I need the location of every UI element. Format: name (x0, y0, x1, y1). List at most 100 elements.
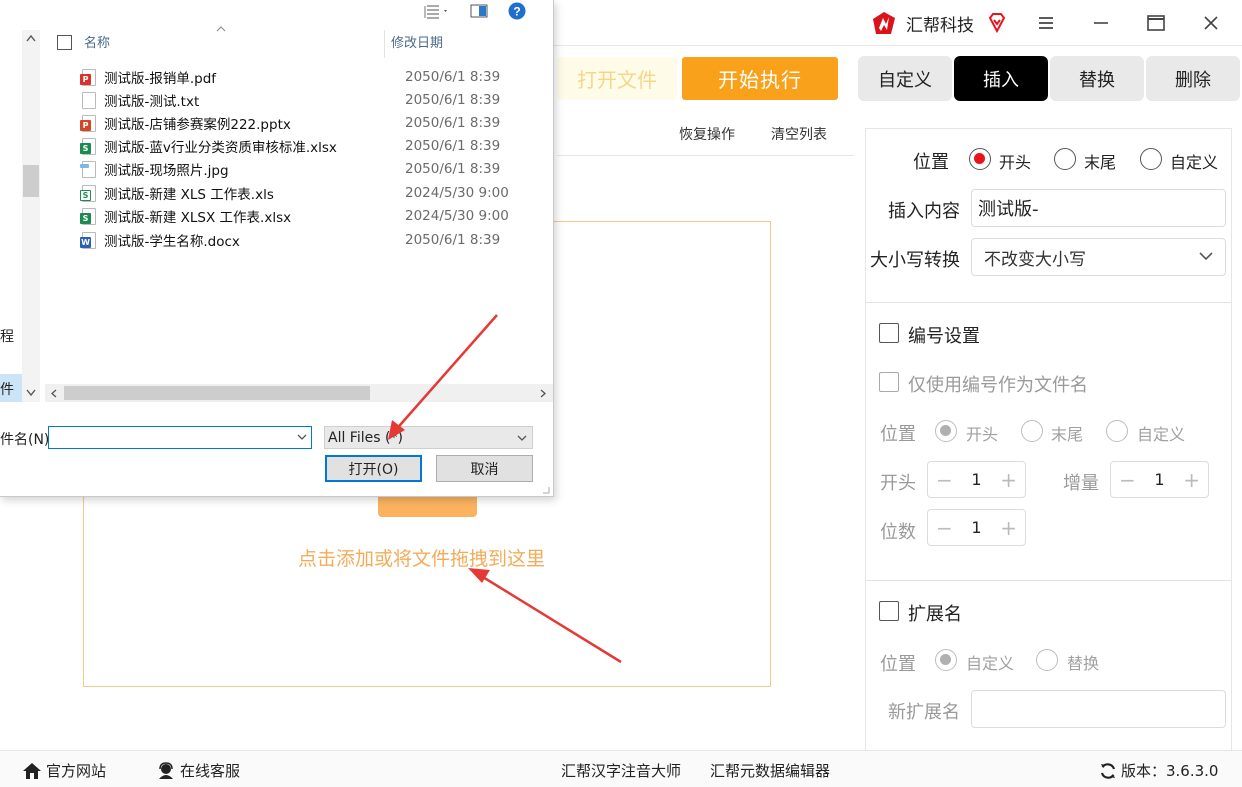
filename-label: 件名(N): (0, 432, 55, 448)
num-start-label: 开头 (880, 473, 916, 494)
pdf-file-icon: P (80, 68, 96, 86)
digits-value: 1 (971, 518, 982, 537)
nav-item-truncated[interactable]: 程 (0, 326, 14, 346)
radio-position-end[interactable] (1054, 148, 1076, 170)
help-icon[interactable]: ? (508, 2, 526, 20)
file-row[interactable]: S 测试版-蓝v行业分类资质审核标准.xlsx 2050/6/1 8:39 (80, 135, 542, 157)
select-all-checkbox[interactable] (57, 35, 72, 50)
file-date: 2050/6/1 8:39 (405, 138, 501, 154)
file-name: 测试版-店铺参赛案例222.pptx (104, 117, 291, 133)
chevron-down-icon (517, 435, 527, 441)
scroll-left-icon[interactable] (50, 389, 57, 398)
file-type-select[interactable]: All Files (*) (324, 426, 533, 449)
start-execute-button[interactable]: 开始执行 (682, 57, 838, 100)
close-icon[interactable] (1198, 10, 1224, 36)
new-ext-input[interactable] (971, 690, 1226, 728)
file-row[interactable]: P 测试版-店铺参赛案例222.pptx 2050/6/1 8:39 (80, 112, 542, 134)
nav-item-truncated-selected[interactable]: 件 (0, 379, 14, 399)
plus-icon[interactable]: + (1000, 468, 1017, 492)
file-date: 2050/6/1 8:39 (405, 232, 501, 248)
minus-icon[interactable]: − (936, 516, 953, 540)
radio-num-end[interactable] (1021, 420, 1043, 442)
file-row[interactable]: S 测试版-新建 XLS 工作表.xls 2024/5/30 9:00 (80, 182, 542, 204)
minus-icon[interactable]: − (1119, 468, 1136, 492)
vip-diamond-icon[interactable] (986, 12, 1008, 34)
tab-delete[interactable]: 删除 (1146, 56, 1240, 101)
numbering-only-checkbox[interactable] (879, 372, 899, 392)
column-separator[interactable] (384, 30, 385, 58)
numbering-only-label: 仅使用编号作为文件名 (908, 375, 1088, 396)
digits-stepper[interactable]: − 1 + (927, 509, 1026, 546)
minimize-icon[interactable] (1088, 10, 1114, 36)
tab-replace[interactable]: 替换 (1050, 56, 1144, 101)
position-label: 位置 (913, 152, 949, 173)
xlsx-file-icon: S (80, 207, 96, 225)
nav-pane-scroll-thumb[interactable] (23, 165, 39, 197)
dialog-open-button[interactable]: 打开(O) (325, 455, 422, 482)
website-link[interactable]: 官方网站 (22, 760, 106, 781)
version-info[interactable]: 版本：3.6.3.0 (1099, 760, 1218, 781)
view-list-icon[interactable] (420, 3, 450, 19)
file-row[interactable]: 测试版-现场照片.jpg 2050/6/1 8:39 (80, 158, 542, 180)
ext-position-label: 位置 (880, 654, 916, 675)
plus-icon[interactable]: + (1000, 516, 1017, 540)
minus-icon[interactable]: − (936, 468, 953, 492)
digits-label: 位数 (880, 522, 916, 543)
support-link[interactable]: 在线客服 (156, 760, 240, 781)
radio-ext-replace[interactable] (1036, 649, 1058, 671)
dialog-cancel-button[interactable]: 取消 (436, 455, 533, 482)
product-link-1[interactable]: 汇帮汉字注音大师 (561, 760, 681, 781)
column-date-header[interactable]: 修改日期 (391, 32, 443, 51)
radio-ext-custom[interactable] (935, 649, 957, 671)
nav-pane-scrollbar[interactable] (22, 30, 40, 402)
headset-icon (159, 761, 173, 779)
plus-icon[interactable]: + (1183, 468, 1200, 492)
file-row[interactable]: P 测试版-报销单.pdf 2050/6/1 8:39 (80, 66, 542, 88)
section-divider (866, 580, 1231, 581)
tab-custom[interactable]: 自定义 (858, 56, 952, 101)
radio-num-custom[interactable] (1106, 420, 1128, 442)
jpg-file-icon (80, 160, 96, 178)
file-type-value: All Files (*) (328, 429, 403, 446)
column-name-header[interactable]: 名称 (84, 32, 110, 51)
scroll-up-icon[interactable] (26, 34, 36, 42)
xls-file-icon: S (80, 184, 96, 202)
product-link-2[interactable]: 汇帮元数据编辑器 (710, 760, 830, 781)
scroll-down-icon[interactable] (26, 389, 36, 397)
resize-grip-icon[interactable] (540, 484, 550, 494)
radio-ext-replace-label: 替换 (1067, 654, 1100, 673)
radio-position-custom-label: 自定义 (1170, 153, 1219, 172)
maximize-icon[interactable] (1143, 10, 1169, 36)
file-name: 测试版-新建 XLS 工作表.xls (104, 187, 274, 203)
insert-content-input[interactable]: 测试版- (971, 189, 1226, 227)
tab-insert[interactable]: 插入 (954, 56, 1048, 101)
radio-num-start[interactable] (935, 420, 957, 442)
txt-file-icon (82, 91, 96, 109)
radio-position-end-label: 末尾 (1084, 153, 1117, 172)
chevron-down-icon[interactable] (297, 434, 307, 441)
numbering-checkbox[interactable] (879, 323, 899, 343)
horizontal-scroll-thumb[interactable] (64, 386, 370, 400)
increment-stepper[interactable]: − 1 + (1110, 461, 1209, 498)
restore-button[interactable]: 恢复操作 (679, 124, 735, 144)
refresh-icon (1100, 762, 1116, 779)
preview-pane-icon[interactable] (470, 4, 488, 18)
scroll-right-icon[interactable] (540, 389, 547, 398)
file-row[interactable]: 测试版-测试.txt 2050/6/1 8:39 (82, 89, 542, 111)
num-start-stepper[interactable]: − 1 + (927, 461, 1026, 498)
open-files-button[interactable]: 打开文件 (557, 57, 677, 100)
clear-list-button[interactable]: 清空列表 (771, 124, 827, 144)
extension-checkbox[interactable] (879, 601, 899, 621)
brand-name: 汇帮科技 (906, 15, 974, 36)
file-row[interactable]: S 测试版-新建 XLSX 工作表.xlsx 2024/5/30 9:00 (80, 205, 542, 227)
radio-position-start[interactable] (969, 148, 991, 170)
radio-position-custom[interactable] (1140, 148, 1162, 170)
case-convert-select[interactable]: 不改变大小写 (971, 238, 1226, 276)
add-files-button[interactable] (378, 494, 477, 517)
filename-input[interactable] (48, 426, 312, 449)
increment-label: 增量 (1063, 473, 1099, 494)
website-label: 官方网站 (46, 762, 107, 780)
file-row[interactable]: W 测试版-学生名称.docx 2050/6/1 8:39 (80, 229, 542, 251)
case-convert-label: 大小写转换 (870, 250, 960, 271)
menu-icon[interactable] (1033, 10, 1059, 36)
